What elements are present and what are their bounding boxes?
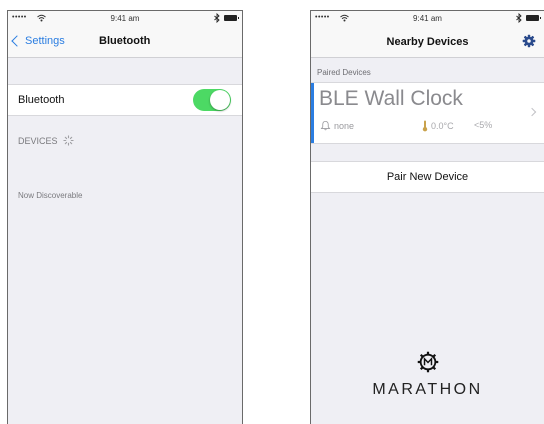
brand-logo-block: MARATHON <box>311 351 544 399</box>
gear-icon[interactable] <box>522 34 536 48</box>
bluetooth-icon <box>214 13 220 23</box>
status-time: 9:41 am <box>413 14 442 23</box>
bluetooth-label: Bluetooth <box>18 94 65 106</box>
status-bar: ••••• 9:41 am <box>8 11 242 27</box>
page-title: Bluetooth <box>99 35 151 47</box>
status-bar: ••••• 9:41 am <box>311 11 544 27</box>
toggle-knob <box>210 90 230 110</box>
brand-wordmark: MARATHON <box>372 381 483 398</box>
humidity-value: <5% <box>474 120 493 130</box>
status-time: 9:41 am <box>110 14 140 23</box>
battery-icon <box>526 15 541 21</box>
bell-icon <box>320 120 331 131</box>
discoverable-status: Now Discoverable <box>18 191 83 200</box>
marathon-logo-icon <box>417 351 438 373</box>
selection-accent-bar <box>311 83 314 143</box>
spinner-icon <box>62 135 74 146</box>
bluetooth-toggle[interactable] <box>193 89 231 111</box>
devices-section-header: DEVICES <box>18 135 74 146</box>
nav-bar: Settings Bluetooth <box>8 27 242 58</box>
pair-new-device-button[interactable]: Pair New Device <box>311 161 544 193</box>
nearby-devices-screen: ••••• 9:41 am Nearby Devices Paired Devi… <box>310 10 544 424</box>
battery-icon <box>224 15 239 21</box>
bluetooth-settings-screen: ••••• 9:41 am Settings Bluetooth Bluetoo… <box>7 10 243 424</box>
chevron-right-icon <box>527 107 537 117</box>
thermometer-icon <box>422 120 428 132</box>
alarm-status: none <box>320 120 354 131</box>
device-name: BLE Wall Clock <box>319 87 463 110</box>
settings-back-button[interactable]: Settings <box>11 35 65 47</box>
back-chevron-icon <box>11 35 23 47</box>
paired-devices-header: Paired Devices <box>317 68 371 77</box>
temperature-reading: 0.0°C <box>422 120 454 132</box>
nav-bar: Nearby Devices <box>311 27 544 58</box>
temperature-value: 0.0°C <box>431 121 454 131</box>
device-row-ble-wall-clock[interactable]: BLE Wall Clock none 0.0°C <5% <box>311 82 544 144</box>
devices-label: DEVICES <box>18 135 58 146</box>
bluetooth-icon <box>516 13 522 23</box>
back-label: Settings <box>25 35 65 47</box>
bluetooth-row: Bluetooth <box>8 84 242 116</box>
alarm-value: none <box>334 120 355 131</box>
page-title: Nearby Devices <box>386 36 469 48</box>
